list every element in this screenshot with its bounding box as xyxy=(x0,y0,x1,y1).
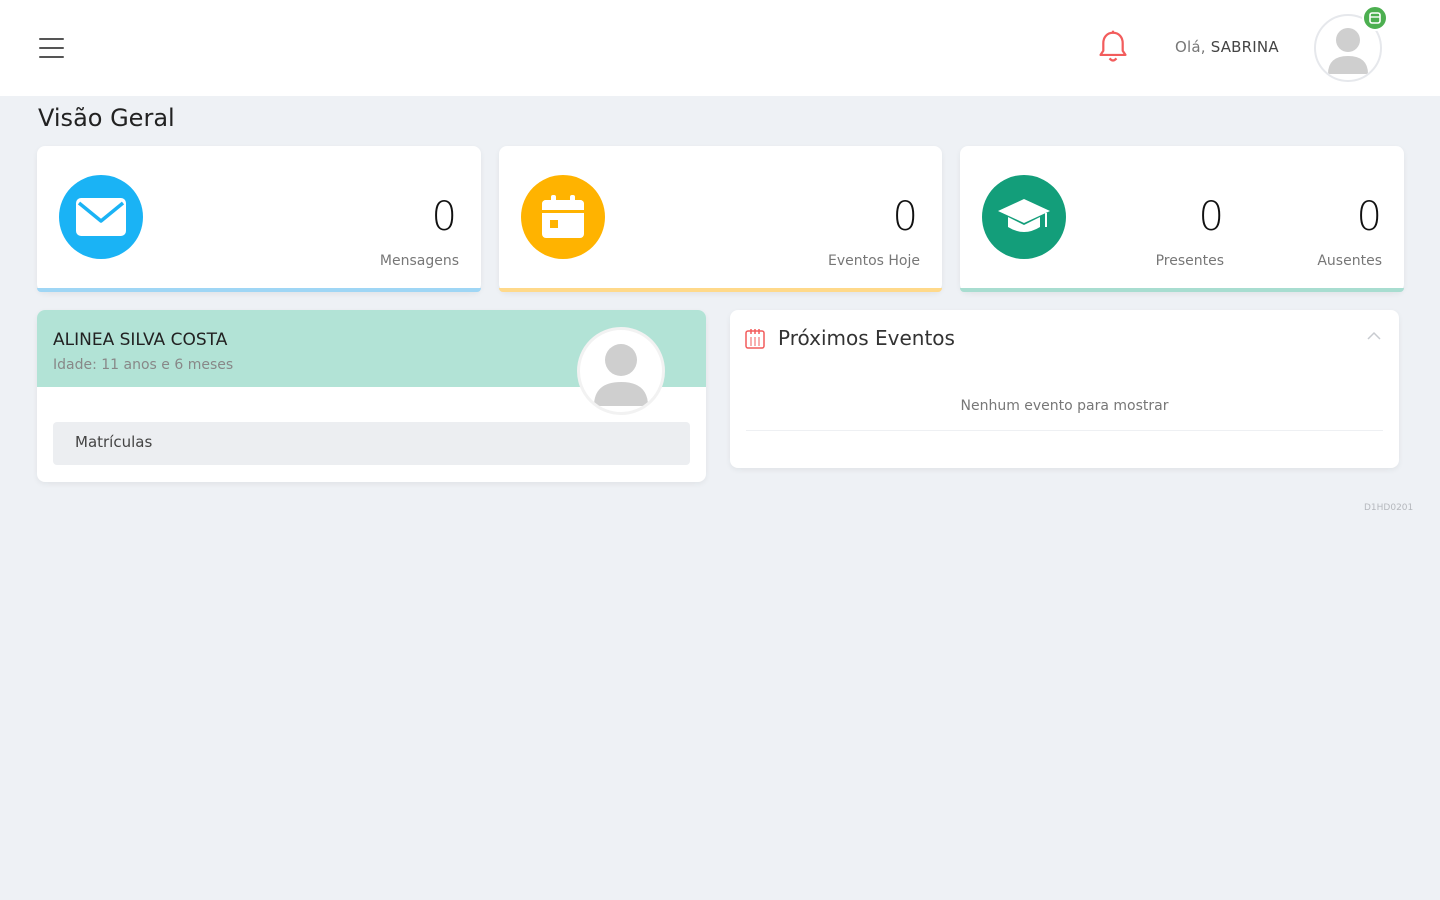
attendance-card-accent xyxy=(960,288,1404,292)
student-avatar[interactable] xyxy=(577,327,665,415)
top-bar: Olá, SABRINA xyxy=(0,0,1440,96)
attendance-icon-circle xyxy=(982,175,1066,259)
events-divider xyxy=(746,430,1383,431)
enrollments-button[interactable]: Matrículas xyxy=(53,422,690,465)
envelope-icon xyxy=(76,198,126,236)
messages-icon-circle xyxy=(59,175,143,259)
absent-label: Ausentes xyxy=(1317,253,1382,269)
present-count: 0 xyxy=(1198,194,1224,240)
messages-label: Mensagens xyxy=(379,253,459,269)
status-badge xyxy=(1362,5,1388,31)
calendar-icon xyxy=(542,195,584,238)
student-card: ALINEA SILVA COSTA Idade: 11 anos e 6 me… xyxy=(37,310,706,482)
messages-card-accent xyxy=(37,288,481,292)
upcoming-events-card: Próximos Eventos Nenhum evento para most… xyxy=(730,310,1399,468)
calendar-grid-icon xyxy=(745,329,765,349)
graduation-cap-icon xyxy=(998,199,1050,232)
user-greeting: Olá, SABRINA xyxy=(1175,38,1279,56)
upcoming-events-title: Próximos Eventos xyxy=(778,326,955,350)
student-name: ALINEA SILVA COSTA xyxy=(53,330,228,350)
messages-count: 0 xyxy=(431,194,457,240)
student-avatar-icon xyxy=(594,344,648,406)
events-today-icon-circle xyxy=(521,175,605,259)
events-today-label: Eventos Hoje xyxy=(827,253,920,269)
greeting-prefix: Olá, xyxy=(1175,38,1206,56)
bell-icon[interactable] xyxy=(1096,30,1130,66)
present-label: Presentes xyxy=(1155,253,1224,269)
absent-count: 0 xyxy=(1356,194,1382,240)
status-badge-icon xyxy=(1369,12,1381,24)
events-today-card[interactable]: 0 Eventos Hoje xyxy=(499,146,942,292)
attendance-card[interactable]: 0 Presentes 0 Ausentes xyxy=(960,146,1404,292)
page-title: Visão Geral xyxy=(38,104,175,132)
events-today-card-accent xyxy=(499,288,942,292)
menu-icon[interactable] xyxy=(39,38,64,58)
events-empty-message: Nenhum evento para mostrar xyxy=(960,398,1169,414)
user-name: SABRINA xyxy=(1210,38,1279,56)
messages-card[interactable]: 0 Mensagens xyxy=(37,146,481,292)
student-age: Idade: 11 anos e 6 meses xyxy=(53,357,234,373)
chevron-up-icon[interactable] xyxy=(1366,330,1382,342)
events-today-count: 0 xyxy=(892,194,918,240)
version-label: D1HD0201 xyxy=(1364,503,1414,513)
